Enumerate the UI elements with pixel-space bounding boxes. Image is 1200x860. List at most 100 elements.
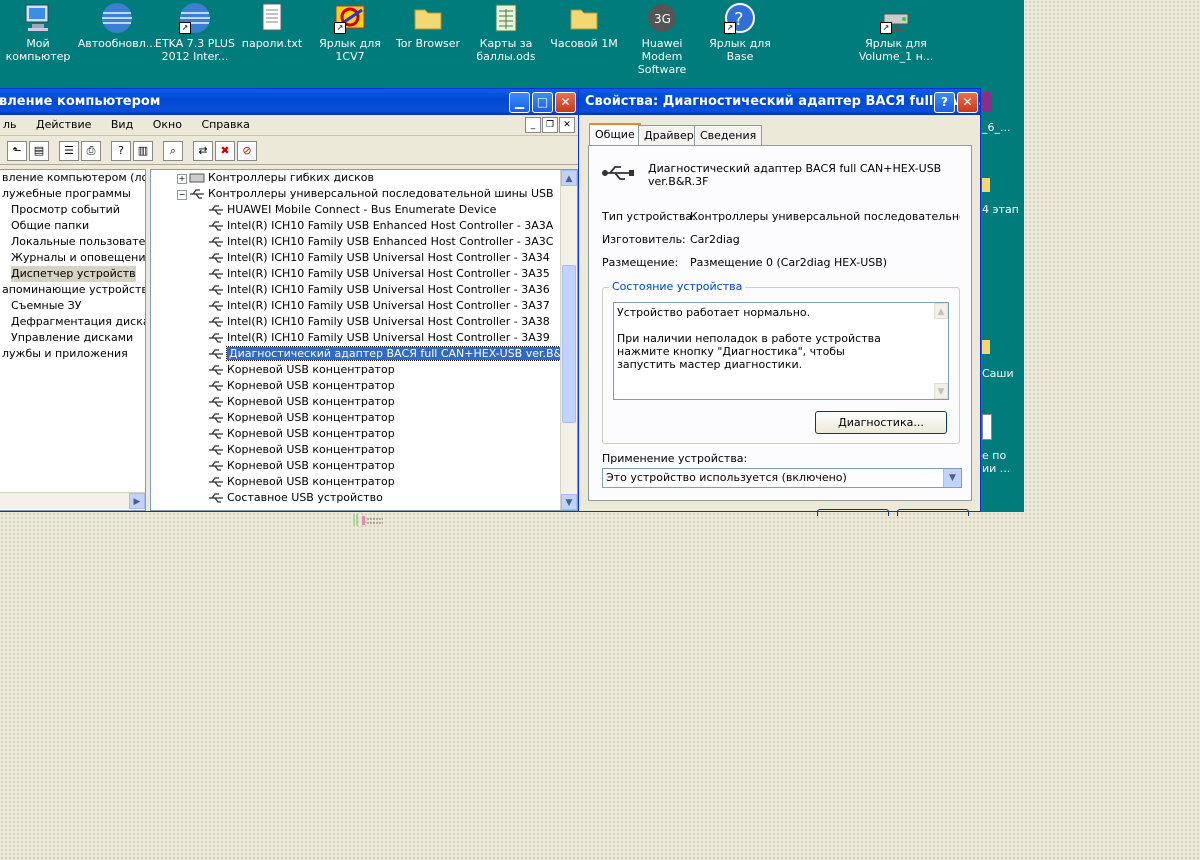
scroll-down-button[interactable]: ▼ [561, 494, 577, 510]
desktop-icon-my-computer[interactable]: Мой компьютер [0, 2, 78, 63]
device-label: Составное USB устройство [227, 491, 383, 504]
child-minimize-button[interactable]: _ [525, 117, 541, 133]
usb-icon [208, 492, 224, 504]
device-label: Intel(R) ICH10 Family USB Enhanced Host … [227, 235, 554, 248]
cancel-button[interactable] [897, 509, 969, 516]
tree-item-storage[interactable]: апоминающие устройства [2, 282, 145, 298]
usb-icon [208, 316, 224, 328]
maximize-button[interactable]: □ [532, 92, 553, 113]
scan-hardware-icon[interactable]: ⌕ [163, 141, 183, 161]
tree-item-removable-storage[interactable]: Съемные ЗУ [11, 298, 81, 314]
disable-device-icon[interactable]: ✖ [215, 141, 235, 161]
tree-item-defrag[interactable]: Дефрагментация диска [11, 314, 145, 330]
scroll-thumb[interactable] [562, 265, 576, 423]
close-button[interactable]: ✕ [555, 92, 576, 113]
device-list-item[interactable]: Корневой USB концентратор [208, 394, 395, 410]
device-list-item[interactable]: Корневой USB концентратор [208, 442, 395, 458]
print-icon[interactable]: ⎙ [81, 141, 101, 161]
desktop-icon-chasovoy[interactable]: Часовой 1М [544, 2, 624, 50]
toolbar: ⬑ ▤ ☰ ⎙ ? ▥ ⌕ ⇄ ✖ ⊘ [0, 136, 578, 165]
horizontal-scrollbar[interactable]: ▶ [0, 492, 145, 509]
device-label: Корневой USB концентратор [227, 443, 395, 456]
tree-item-floppy-controllers[interactable]: Контроллеры гибких дисков [189, 170, 374, 186]
tree-item-root[interactable]: вление компьютером (локаль [2, 170, 145, 186]
expand-toggle[interactable]: + [177, 174, 187, 184]
desktop-icon-label: Tor Browser [395, 37, 461, 50]
child-restore-button[interactable]: ❐ [542, 117, 558, 133]
device-list-item[interactable]: Intel(R) ICH10 Family USB Universal Host… [208, 298, 550, 314]
tree-item-event-viewer[interactable]: Просмотр событий [11, 202, 120, 218]
device-list-item[interactable]: Intel(R) ICH10 Family USB Universal Host… [208, 266, 550, 282]
device-list-item[interactable]: Корневой USB концентратор [208, 362, 395, 378]
device-usage-select[interactable]: Это устройство используется (включено) ▼ [602, 468, 962, 488]
tree-item-usb-controllers[interactable]: Контроллеры универсальной последовательн… [189, 186, 554, 202]
desktop-icon-huawei-modem[interactable]: 3G Huawei Modem Software [622, 2, 702, 76]
properties-icon[interactable]: ☰ [59, 141, 79, 161]
menu-file[interactable]: ль [0, 118, 25, 131]
tab-general-body: Диагностический адаптер ВАСЯ full CAN+HE… [588, 145, 972, 501]
update-driver-icon[interactable]: ⇄ [193, 141, 213, 161]
menu-view[interactable]: Вид [103, 118, 141, 131]
tab-driver[interactable]: Драйвер [638, 125, 700, 146]
device-list-item[interactable]: Intel(R) ICH10 Family USB Universal Host… [208, 314, 550, 330]
device-list-item[interactable]: Корневой USB концентратор [208, 410, 395, 426]
uninstall-device-icon[interactable]: ⊘ [237, 141, 257, 161]
tree-item-disk-management[interactable]: Управление дисками [11, 330, 133, 346]
menu-window[interactable]: Окно [145, 118, 190, 131]
collapse-toggle[interactable]: − [177, 190, 187, 200]
help-button[interactable]: ? [934, 92, 955, 113]
desktop-icon-autoupdate[interactable]: Автообновл... [77, 2, 157, 50]
device-list-item[interactable]: Диагностический адаптер ВАСЯ full CAN+HE… [208, 346, 577, 362]
scroll-right-button[interactable]: ▶ [129, 493, 145, 509]
desktop-icon-etka[interactable]: ↗ ETKA 7.3 PLUS 2012 Inter... [155, 2, 235, 63]
close-button[interactable]: ✕ [957, 92, 978, 113]
device-label: Корневой USB концентратор [227, 379, 395, 392]
device-list-item[interactable]: Intel(R) ICH10 Family USB Universal Host… [208, 330, 550, 346]
device-list-item[interactable]: HUAWEI Mobile Connect - Bus Enumerate De… [208, 202, 496, 218]
desktop-icon-cards-ods[interactable]: Карты за баллы.ods [466, 2, 546, 63]
device-type-value: Контроллеры универсальной последовательн… [690, 210, 960, 223]
device-list-item[interactable]: Intel(R) ICH10 Family USB Enhanced Host … [208, 218, 553, 234]
spreadsheet-icon [490, 2, 522, 34]
desktop-icon-passwords[interactable]: пароли.txt [232, 2, 312, 50]
tab-details[interactable]: Сведения [694, 125, 763, 146]
status-scroll-down[interactable]: ▼ [934, 383, 948, 399]
desktop-icon-label: Часовой 1М [550, 37, 618, 50]
tree-item-device-manager[interactable]: Диспетчер устройств [11, 266, 136, 282]
troubleshoot-button[interactable]: Диагностика... [815, 411, 947, 434]
desktop-icon-label: Ярлык для Volume_1 н... [858, 37, 934, 63]
shortcut-arrow-icon: ↗ [880, 22, 892, 34]
console-tree-icon[interactable]: ▥ [133, 141, 153, 161]
help-icon: ? ↗ [724, 2, 756, 34]
desktop-icon-tor-browser[interactable]: Tor Browser [388, 2, 468, 50]
device-list-item[interactable]: Intel(R) ICH10 Family USB Enhanced Host … [208, 234, 553, 250]
tree-item-shared-folders[interactable]: Общие папки [11, 218, 89, 234]
menu-action[interactable]: Действие [28, 118, 99, 131]
scroll-up-button[interactable]: ▲ [561, 170, 577, 186]
device-list-item[interactable]: Intel(R) ICH10 Family USB Universal Host… [208, 282, 550, 298]
device-list-item[interactable]: Корневой USB концентратор [208, 474, 395, 490]
desktop-icon-1cv7[interactable]: ↗ Ярлык для 1CV7 [310, 2, 390, 63]
minimize-button[interactable]: ▁ [509, 92, 530, 113]
menu-help[interactable]: Справка [193, 118, 257, 131]
device-list-item[interactable]: Intel(R) ICH10 Family USB Universal Host… [208, 250, 550, 266]
tree-item-local-users[interactable]: Локальные пользователи [11, 234, 145, 250]
tree-item-services-apps[interactable]: лужбы и приложения [2, 346, 128, 362]
desktop-icon-base[interactable]: ? ↗ Ярлык для Base [700, 2, 780, 63]
status-scroll-up[interactable]: ▲ [934, 303, 948, 319]
device-list-item[interactable]: Корневой USB концентратор [208, 426, 395, 442]
device-list-item[interactable]: Корневой USB концентратор [208, 458, 395, 474]
tree-item-system-tools[interactable]: лужебные программы [2, 186, 131, 202]
device-list-item[interactable]: Корневой USB концентратор [208, 378, 395, 394]
device-list-item[interactable]: Составное USB устройство [208, 490, 383, 506]
desktop-icon-volume1[interactable]: ↗ Ярлык для Volume_1 н... [856, 2, 936, 63]
ok-button[interactable] [817, 509, 889, 516]
help-icon[interactable]: ? [111, 141, 131, 161]
up-folder-icon[interactable]: ⬑ [7, 141, 27, 161]
partial-icon-label: ии ... [982, 462, 1011, 475]
child-close-button[interactable]: ✕ [559, 117, 575, 133]
vertical-scrollbar[interactable]: ▲ ▼ [560, 170, 577, 510]
tree-item-perf-logs[interactable]: Журналы и оповещения пр [11, 250, 145, 266]
chevron-down-icon[interactable]: ▼ [943, 469, 961, 487]
show-hide-tree-icon[interactable]: ▤ [29, 141, 49, 161]
